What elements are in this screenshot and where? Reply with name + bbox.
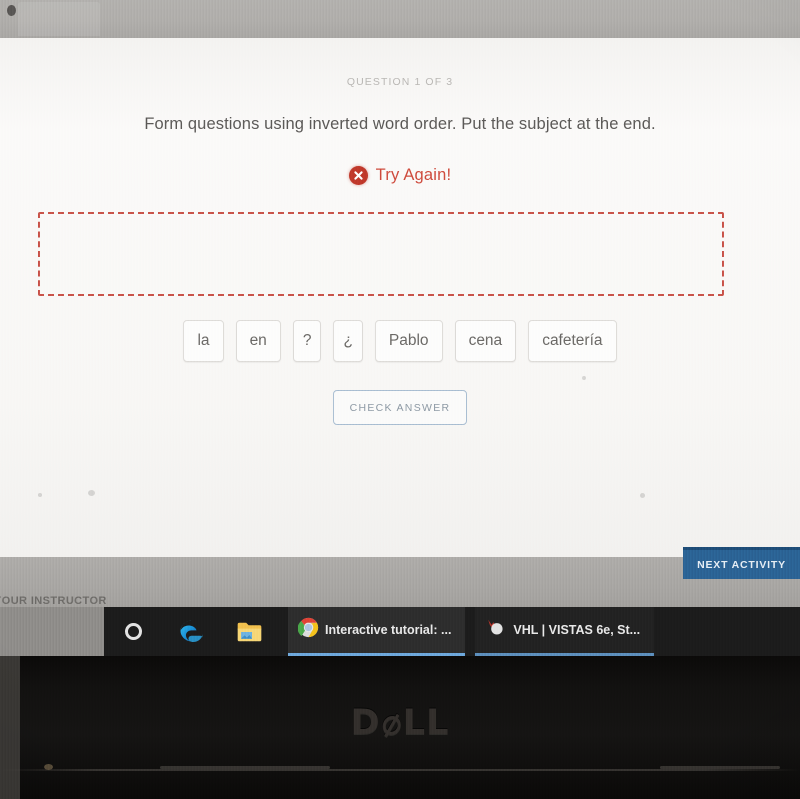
activity-page: QUESTION 1 OF 3 Form questions using inv… — [0, 38, 800, 557]
dust-speck — [640, 493, 645, 498]
word-tile[interactable]: ¿ — [333, 320, 363, 362]
taskbar-window-label: VHL | VISTAS 6e, St... — [513, 623, 641, 637]
next-activity-button[interactable]: NEXT ACTIVITY — [683, 547, 800, 579]
word-tile[interactable]: cafetería — [528, 320, 617, 362]
taskbar-gap — [278, 607, 288, 656]
word-tile[interactable]: cena — [454, 320, 517, 362]
activity-prompt: Form questions using inverted word order… — [144, 115, 656, 133]
dust-speck — [88, 490, 95, 496]
chrome-icon — [297, 617, 319, 643]
feedback-message: Try Again! — [0, 166, 800, 185]
dust-speck — [44, 764, 53, 770]
your-instructor-link[interactable]: YOUR INSTRUCTOR — [0, 595, 107, 607]
laptop-hinge-line — [0, 769, 800, 771]
word-tile[interactable]: Pablo — [374, 320, 443, 362]
word-tile[interactable]: la — [183, 320, 224, 362]
cortana-ring-icon — [124, 623, 142, 640]
browser-chrome-strip — [0, 0, 800, 38]
taskbar-window-interactive-tutorial[interactable]: Interactive tutorial: ... — [288, 607, 466, 656]
desktop-left-edge — [0, 607, 104, 656]
question-counter: QUESTION 1 OF 3 — [346, 76, 454, 88]
taskbar-gap — [465, 607, 476, 656]
dell-logo: D⌀LL — [350, 699, 450, 747]
feedback-text: Try Again! — [375, 166, 452, 184]
taskbar-window-vhl[interactable]: VHL | VISTAS 6e, St... — [475, 607, 655, 656]
word-tile[interactable]: ? — [292, 320, 322, 362]
edge-icon[interactable] — [162, 607, 220, 656]
dust-speck — [582, 376, 586, 380]
cortana-icon[interactable] — [104, 607, 162, 656]
laptop-bezel-left-edge — [0, 656, 20, 799]
word-tile-row: la en ? ¿ Pablo cena cafetería — [0, 320, 800, 362]
windows-taskbar: Interactive tutorial: ... VHL | VISTAS 6… — [104, 607, 800, 656]
word-tile[interactable]: en — [235, 320, 281, 362]
laptop-vent — [160, 766, 330, 769]
browser-tab-ghost[interactable] — [18, 2, 100, 36]
check-answer-button[interactable]: CHECK ANSWER — [333, 390, 467, 425]
error-circle-x-icon — [348, 166, 368, 185]
file-explorer-icon[interactable] — [220, 607, 278, 656]
browser-dot-icon — [7, 5, 16, 16]
laptop-vent — [660, 766, 780, 769]
laptop-photo: QUESTION 1 OF 3 Form questions using inv… — [0, 0, 800, 799]
dust-speck — [38, 493, 42, 497]
vhl-icon — [485, 617, 507, 643]
activity-footer-band: NEXT ACTIVITY YOUR INSTRUCTOR — [0, 547, 800, 607]
taskbar-window-label: Interactive tutorial: ... — [325, 623, 452, 637]
answer-drop-zone[interactable] — [38, 212, 724, 296]
